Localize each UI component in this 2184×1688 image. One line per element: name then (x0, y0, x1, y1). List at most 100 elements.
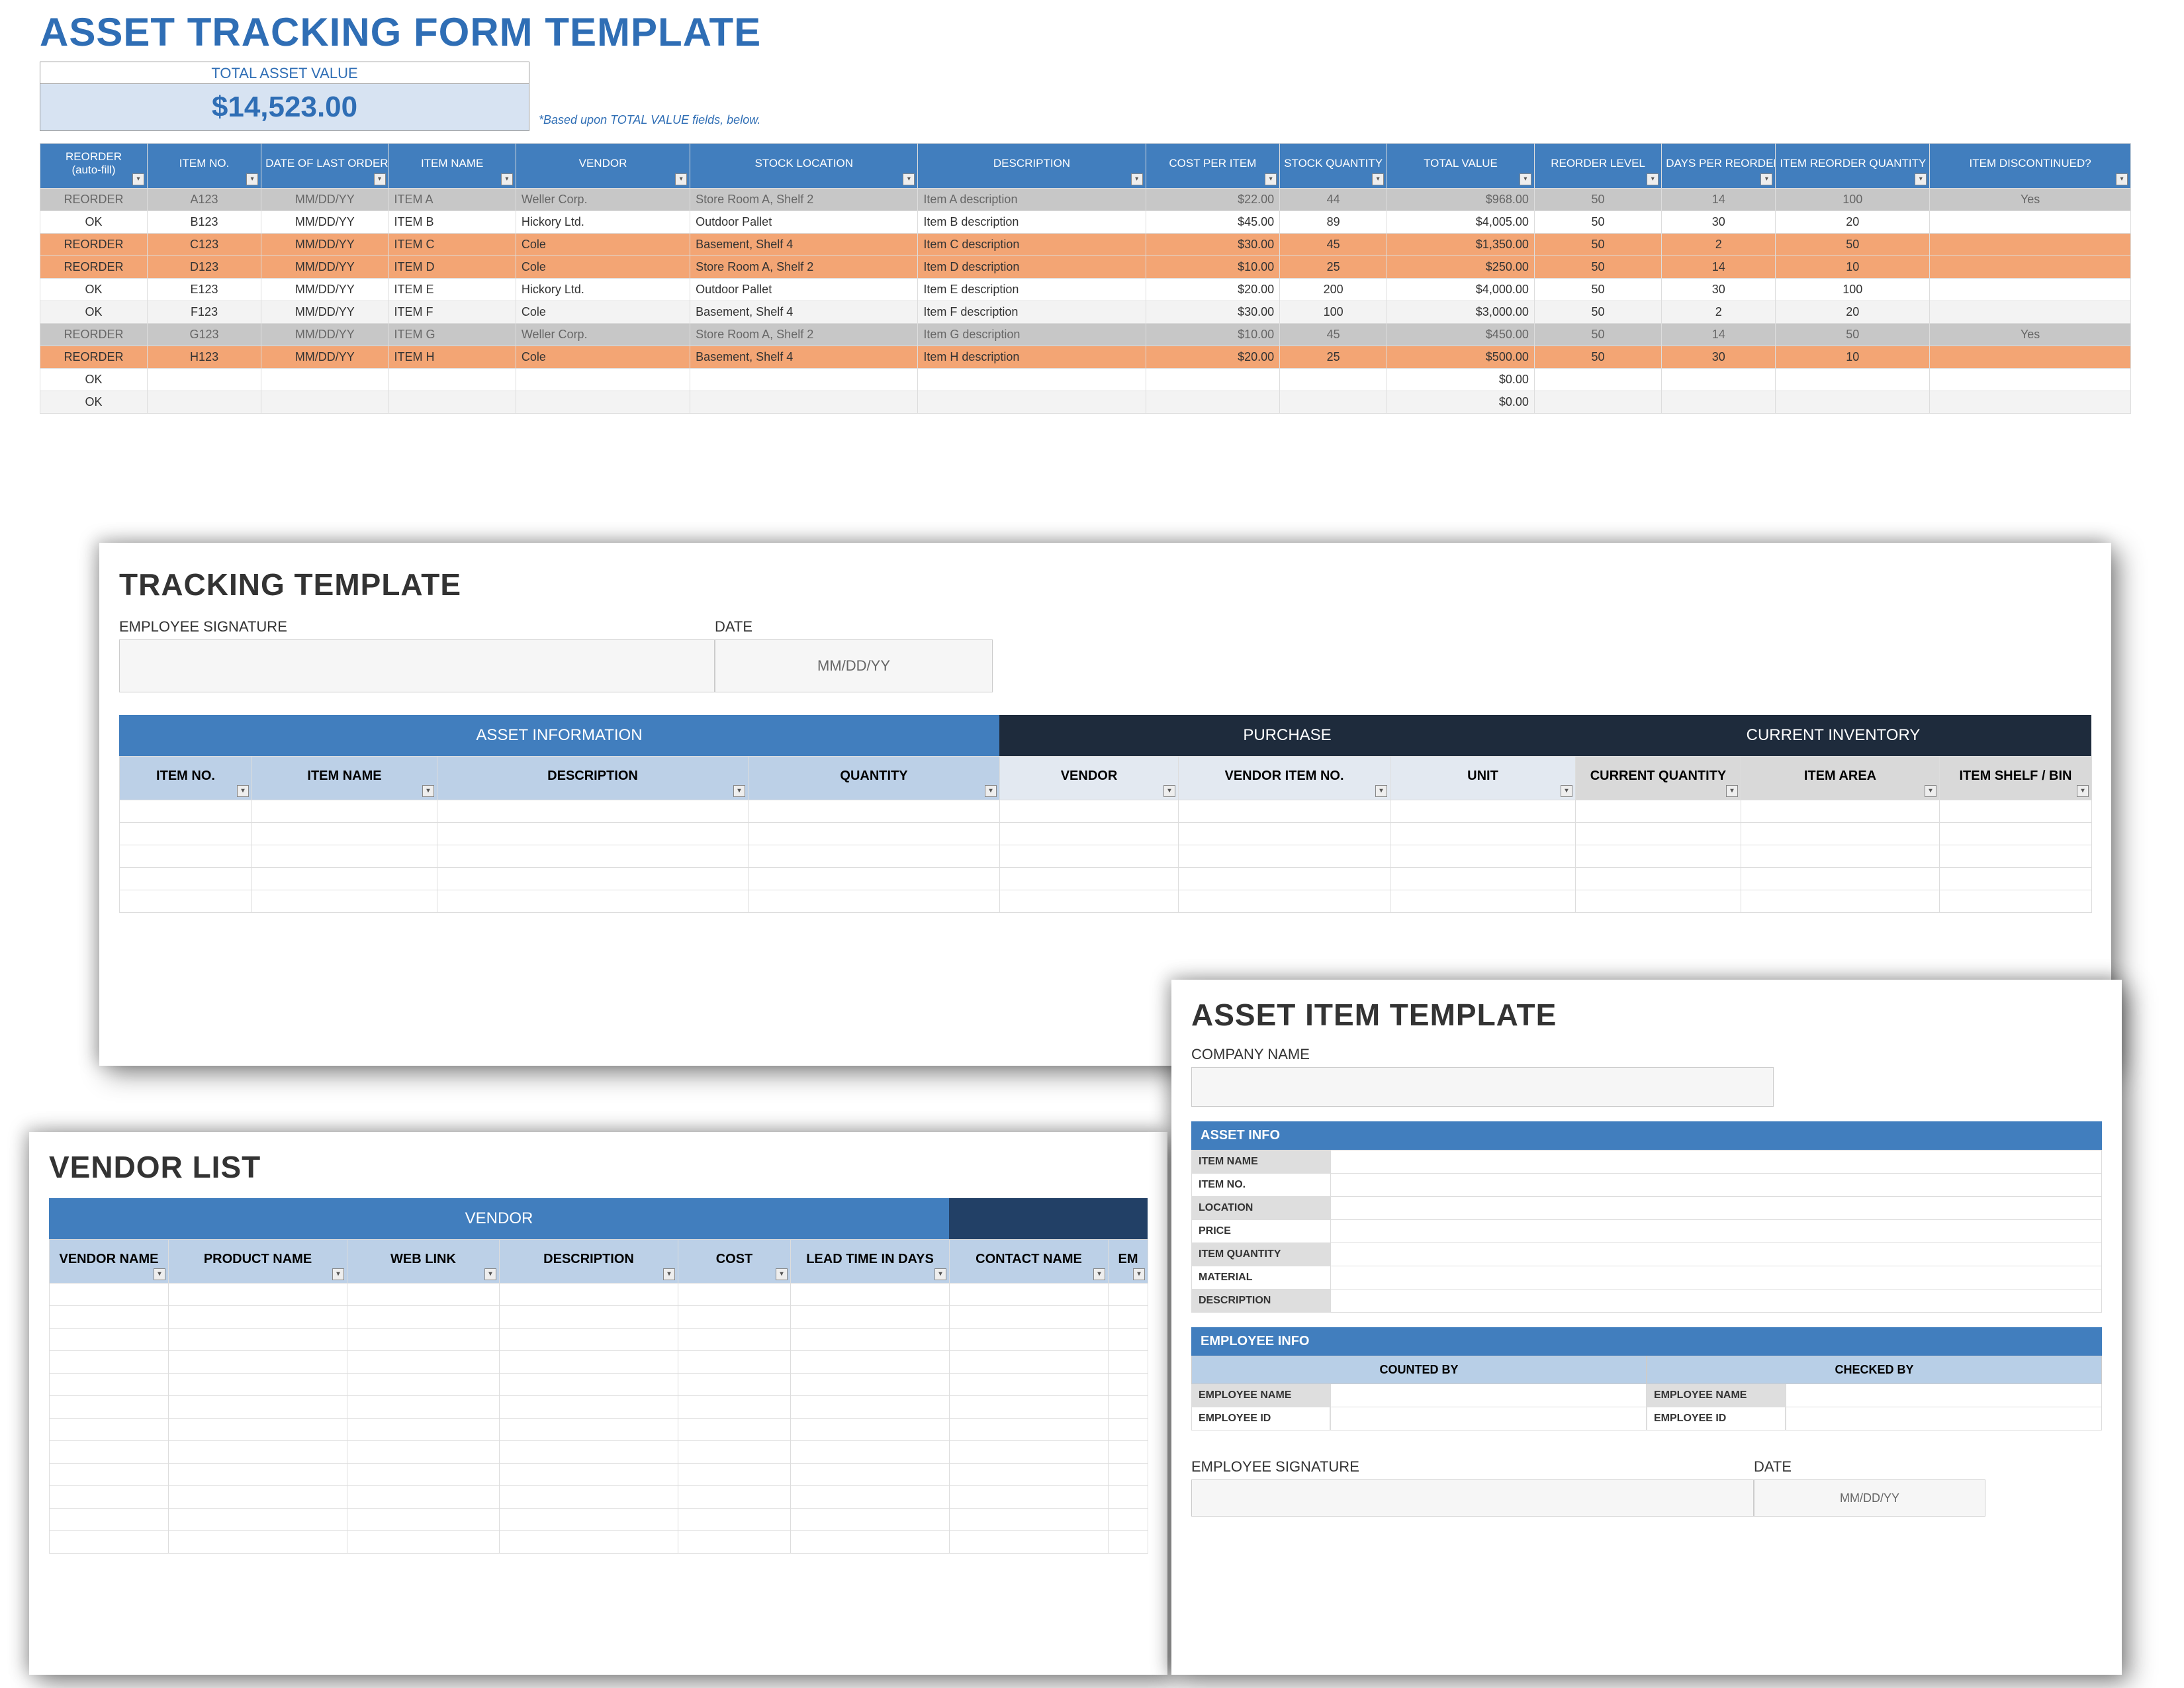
cell[interactable]: Outdoor Pallet (690, 279, 918, 301)
filter-icon[interactable] (1131, 173, 1143, 185)
filter-icon[interactable] (374, 173, 386, 185)
table-row[interactable] (120, 800, 2092, 823)
col-header[interactable]: ITEM NO. (120, 757, 252, 800)
cell[interactable] (1390, 890, 1576, 913)
cell[interactable]: 45 (1280, 324, 1387, 346)
cell[interactable]: ITEM H (388, 346, 516, 369)
cell[interactable] (950, 1306, 1109, 1329)
col-header[interactable]: ITEM SHELF / BIN (1940, 757, 2092, 800)
cell[interactable] (388, 391, 516, 414)
table-row[interactable] (120, 823, 2092, 845)
cell[interactable]: 50 (1534, 279, 1661, 301)
col-header[interactable]: LEAD TIME IN DAYS (791, 1240, 950, 1284)
cell[interactable] (1179, 845, 1390, 868)
cell[interactable] (1109, 1464, 1148, 1486)
cell[interactable]: Hickory Ltd. (516, 279, 690, 301)
cell[interactable]: Yes (1930, 324, 2131, 346)
cell[interactable] (950, 1419, 1109, 1441)
cell[interactable] (347, 1351, 500, 1374)
cell[interactable] (500, 1351, 678, 1374)
field-value[interactable] (1331, 1243, 2101, 1266)
cell[interactable] (169, 1419, 347, 1441)
table-row[interactable]: OK$0.00 (40, 391, 2131, 414)
table-row[interactable] (50, 1284, 1148, 1306)
cell[interactable]: REORDER (40, 256, 148, 279)
cell[interactable] (347, 1464, 500, 1486)
cell[interactable] (791, 1396, 950, 1419)
cell[interactable] (1576, 823, 1741, 845)
col-header[interactable]: DESCRIPTION (500, 1240, 678, 1284)
cell[interactable] (678, 1396, 791, 1419)
cell[interactable]: Item C description (918, 234, 1146, 256)
cell[interactable] (678, 1374, 791, 1396)
cell[interactable]: 100 (1776, 279, 1930, 301)
asset-col-9[interactable]: TOTAL VALUE (1387, 144, 1535, 189)
col-header[interactable]: CONTACT NAME (950, 1240, 1109, 1284)
cell[interactable]: Item D description (918, 256, 1146, 279)
cell[interactable]: 20 (1776, 301, 1930, 324)
emp-value[interactable] (1330, 1407, 1647, 1430)
cell[interactable]: Item E description (918, 279, 1146, 301)
cell[interactable] (1390, 845, 1576, 868)
cell[interactable]: MM/DD/YY (261, 211, 388, 234)
cell[interactable]: Cole (516, 346, 690, 369)
filter-icon[interactable] (501, 173, 513, 185)
filter-icon[interactable] (246, 173, 258, 185)
cell[interactable] (347, 1531, 500, 1554)
cell[interactable]: MM/DD/YY (261, 256, 388, 279)
cell[interactable] (791, 1329, 950, 1351)
cell[interactable] (791, 1419, 950, 1441)
cell[interactable]: $0.00 (1387, 369, 1535, 391)
cell[interactable] (500, 1306, 678, 1329)
cell[interactable] (1940, 800, 2092, 823)
cell[interactable]: Cole (516, 256, 690, 279)
cell[interactable]: D123 (148, 256, 261, 279)
cell[interactable]: 14 (1662, 189, 1776, 211)
filter-icon[interactable] (1265, 173, 1277, 185)
cell[interactable]: Basement, Shelf 4 (690, 234, 918, 256)
cell[interactable] (950, 1374, 1109, 1396)
cell[interactable]: OK (40, 211, 148, 234)
cell[interactable] (1146, 391, 1280, 414)
cell[interactable]: $3,000.00 (1387, 301, 1535, 324)
cell[interactable]: 50 (1534, 211, 1661, 234)
cell[interactable] (120, 845, 252, 868)
cell[interactable]: 50 (1534, 234, 1661, 256)
cell[interactable]: 200 (1280, 279, 1387, 301)
filter-icon[interactable] (934, 1268, 946, 1280)
cell[interactable] (1930, 369, 2131, 391)
filter-icon[interactable] (1726, 785, 1738, 797)
cell[interactable]: Store Room A, Shelf 2 (690, 189, 918, 211)
cell[interactable]: $45.00 (1146, 211, 1280, 234)
cell[interactable] (347, 1419, 500, 1441)
cell[interactable]: OK (40, 301, 148, 324)
cell[interactable]: Cole (516, 301, 690, 324)
cell[interactable]: ITEM E (388, 279, 516, 301)
emp-value[interactable] (1330, 1384, 1647, 1407)
cell[interactable] (1930, 279, 2131, 301)
cell[interactable]: 50 (1776, 234, 1930, 256)
cell[interactable] (500, 1329, 678, 1351)
item-signature-field[interactable] (1191, 1479, 1754, 1517)
cell[interactable] (1146, 369, 1280, 391)
cell[interactable]: 25 (1280, 346, 1387, 369)
cell[interactable] (261, 369, 388, 391)
cell[interactable] (500, 1509, 678, 1531)
table-row[interactable] (50, 1509, 1148, 1531)
asset-col-13[interactable]: ITEM DISCONTINUED? (1930, 144, 2131, 189)
filter-icon[interactable] (1561, 785, 1572, 797)
filter-icon[interactable] (1760, 173, 1772, 185)
cell[interactable]: ITEM F (388, 301, 516, 324)
filter-icon[interactable] (1163, 785, 1175, 797)
table-row[interactable]: REORDERG123MM/DD/YYITEM GWeller Corp.Sto… (40, 324, 2131, 346)
cell[interactable] (1390, 800, 1576, 823)
table-row[interactable] (50, 1329, 1148, 1351)
cell[interactable] (749, 823, 1000, 845)
cell[interactable] (500, 1531, 678, 1554)
cell[interactable] (1776, 391, 1930, 414)
cell[interactable] (678, 1464, 791, 1486)
cell[interactable]: $30.00 (1146, 234, 1280, 256)
cell[interactable] (1576, 845, 1741, 868)
cell[interactable]: $4,005.00 (1387, 211, 1535, 234)
cell[interactable]: ITEM D (388, 256, 516, 279)
